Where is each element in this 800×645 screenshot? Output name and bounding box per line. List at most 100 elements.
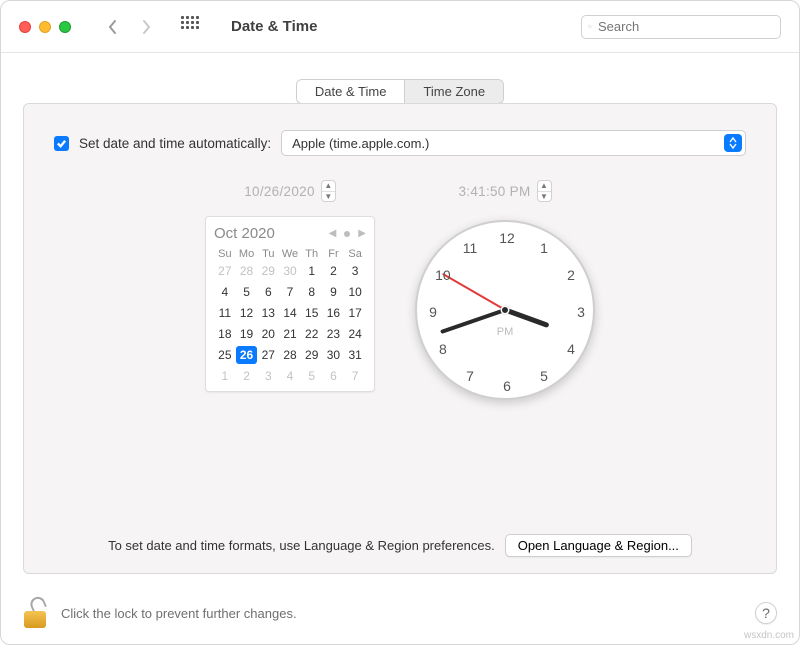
calendar-day[interactable]: 3 bbox=[344, 262, 366, 280]
calendar-day[interactable]: 16 bbox=[323, 304, 345, 322]
stepper-down-icon[interactable]: ▼ bbox=[322, 192, 335, 202]
formats-tip: To set date and time formats, use Langua… bbox=[108, 538, 495, 553]
window-controls[interactable] bbox=[19, 21, 71, 33]
calendar-day[interactable]: 4 bbox=[279, 367, 301, 385]
calendar-day[interactable]: 4 bbox=[214, 283, 236, 301]
close-window-icon[interactable] bbox=[19, 21, 31, 33]
date-value: 10/26/2020 bbox=[244, 184, 315, 199]
clock-numeral: 7 bbox=[466, 368, 474, 384]
calendar-day[interactable]: 7 bbox=[279, 283, 301, 301]
calendar-day[interactable]: 9 bbox=[323, 283, 345, 301]
clock-numeral: 8 bbox=[439, 341, 447, 357]
calendar-day[interactable]: 25 bbox=[214, 346, 236, 364]
date-stepper[interactable]: ▲ ▼ bbox=[321, 180, 336, 202]
clock-ampm: PM bbox=[497, 326, 514, 338]
combo-arrows-icon[interactable] bbox=[724, 134, 742, 152]
calendar-day[interactable]: 1 bbox=[301, 262, 323, 280]
clock-numeral: 5 bbox=[540, 368, 548, 384]
calendar-day[interactable]: 24 bbox=[344, 325, 366, 343]
calendar-day[interactable]: 6 bbox=[257, 283, 279, 301]
window-title: Date & Time bbox=[231, 18, 573, 35]
stepper-down-icon[interactable]: ▼ bbox=[538, 192, 551, 202]
calendar-day[interactable]: 21 bbox=[279, 325, 301, 343]
tab-date-time[interactable]: Date & Time bbox=[297, 80, 405, 103]
calendar-day[interactable]: 8 bbox=[301, 283, 323, 301]
calendar-day[interactable]: 29 bbox=[257, 262, 279, 280]
preferences-panel: Set date and time automatically: Apple (… bbox=[23, 103, 777, 574]
calendar-day[interactable]: 5 bbox=[301, 367, 323, 385]
calendar-day[interactable]: 14 bbox=[279, 304, 301, 322]
calendar-next-icon[interactable]: ▶ bbox=[358, 228, 366, 239]
calendar-day[interactable]: 20 bbox=[257, 325, 279, 343]
stepper-up-icon[interactable]: ▲ bbox=[322, 181, 335, 192]
calendar-day[interactable]: 31 bbox=[344, 346, 366, 364]
clock-numeral: 3 bbox=[577, 304, 585, 320]
clock-numeral: 11 bbox=[463, 240, 478, 256]
date-field[interactable]: 10/26/2020 ▲ ▼ bbox=[244, 180, 336, 202]
search-input[interactable] bbox=[581, 15, 781, 39]
calendar-day[interactable]: 15 bbox=[301, 304, 323, 322]
calendar-day[interactable]: 2 bbox=[323, 262, 345, 280]
calendar-day[interactable]: 19 bbox=[236, 325, 258, 343]
calendar-day[interactable]: 30 bbox=[323, 346, 345, 364]
search-icon bbox=[588, 20, 592, 33]
calendar-day[interactable]: 1 bbox=[214, 367, 236, 385]
time-stepper[interactable]: ▲ ▼ bbox=[537, 180, 552, 202]
calendar-day[interactable]: 30 bbox=[279, 262, 301, 280]
auto-datetime-checkbox[interactable] bbox=[54, 136, 69, 151]
time-value: 3:41:50 PM bbox=[458, 184, 530, 199]
calendar-day[interactable]: 5 bbox=[236, 283, 258, 301]
calendar-day[interactable]: 29 bbox=[301, 346, 323, 364]
zoom-window-icon[interactable] bbox=[59, 21, 71, 33]
calendar-prev-icon[interactable]: ◀ bbox=[329, 228, 337, 239]
tab-time-zone[interactable]: Time Zone bbox=[404, 80, 503, 103]
clock-numeral: 10 bbox=[435, 267, 451, 283]
help-button[interactable]: ? bbox=[755, 602, 777, 624]
stepper-up-icon[interactable]: ▲ bbox=[538, 181, 551, 192]
calendar-day[interactable]: 10 bbox=[344, 283, 366, 301]
clock-pin-icon bbox=[501, 306, 510, 315]
calendar-day[interactable]: 13 bbox=[257, 304, 279, 322]
show-all-icon[interactable] bbox=[181, 16, 203, 38]
minimize-window-icon[interactable] bbox=[39, 21, 51, 33]
clock-numeral: 6 bbox=[503, 378, 511, 394]
clock-numeral: 4 bbox=[567, 341, 575, 357]
clock-numeral: 2 bbox=[567, 267, 575, 283]
clock-numeral: 9 bbox=[429, 304, 437, 320]
time-field[interactable]: 3:41:50 PM ▲ ▼ bbox=[458, 180, 551, 202]
clock-numeral: 1 bbox=[540, 240, 548, 256]
lock-text: Click the lock to prevent further change… bbox=[61, 606, 741, 621]
calendar[interactable]: Oct 2020 ◀ ▶ SuMoTuWeThFrSa 272829301234… bbox=[205, 216, 375, 392]
open-language-region-button[interactable]: Open Language & Region... bbox=[505, 534, 692, 557]
tab-bar: Date & Time Time Zone bbox=[296, 79, 504, 104]
calendar-day[interactable]: 23 bbox=[323, 325, 345, 343]
calendar-day[interactable]: 26 bbox=[236, 346, 258, 364]
second-hand bbox=[442, 273, 505, 310]
calendar-day[interactable]: 2 bbox=[236, 367, 258, 385]
calendar-weekdays: SuMoTuWeThFrSa bbox=[214, 248, 366, 260]
calendar-day[interactable]: 28 bbox=[279, 346, 301, 364]
calendar-day[interactable]: 7 bbox=[344, 367, 366, 385]
calendar-today-icon[interactable] bbox=[344, 231, 350, 237]
auto-datetime-label: Set date and time automatically: bbox=[79, 136, 271, 151]
calendar-day[interactable]: 18 bbox=[214, 325, 236, 343]
lock-icon[interactable] bbox=[23, 598, 47, 628]
search-field[interactable] bbox=[598, 19, 774, 34]
time-server-value: Apple (time.apple.com.) bbox=[292, 136, 429, 151]
analog-clock: PM 121234567891011 bbox=[415, 220, 595, 400]
calendar-day[interactable]: 12 bbox=[236, 304, 258, 322]
calendar-day[interactable]: 22 bbox=[301, 325, 323, 343]
time-server-combo[interactable]: Apple (time.apple.com.) bbox=[281, 130, 746, 156]
calendar-day[interactable]: 27 bbox=[214, 262, 236, 280]
calendar-day[interactable]: 3 bbox=[257, 367, 279, 385]
calendar-day[interactable]: 11 bbox=[214, 304, 236, 322]
watermark: wsxdn.com bbox=[744, 630, 794, 641]
calendar-day[interactable]: 28 bbox=[236, 262, 258, 280]
calendar-day[interactable]: 6 bbox=[323, 367, 345, 385]
forward-button[interactable] bbox=[133, 14, 159, 40]
back-button[interactable] bbox=[99, 14, 125, 40]
calendar-days[interactable]: 2728293012345678910111213141516171819202… bbox=[214, 262, 366, 385]
calendar-title: Oct 2020 bbox=[214, 225, 275, 242]
calendar-day[interactable]: 27 bbox=[257, 346, 279, 364]
calendar-day[interactable]: 17 bbox=[344, 304, 366, 322]
